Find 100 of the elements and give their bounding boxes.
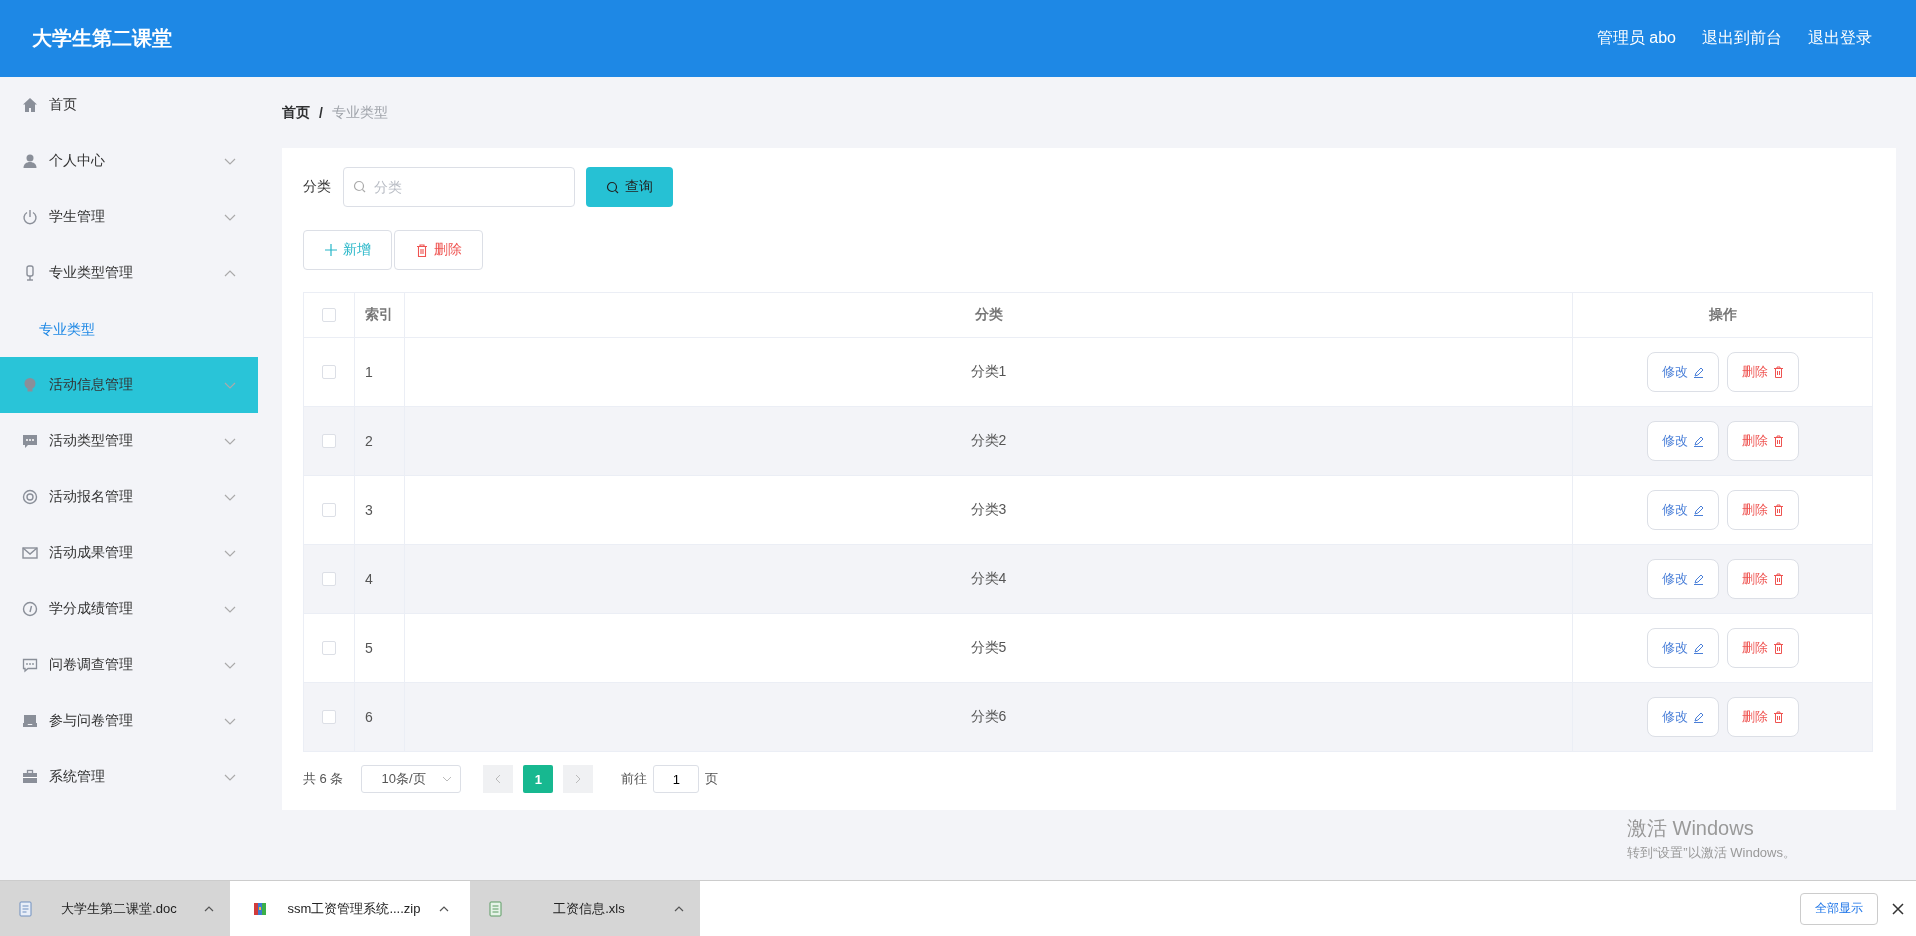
user-icon	[22, 153, 38, 169]
search-field[interactable]: 分类	[343, 167, 575, 207]
sidebar-item[interactable]: 参与问卷管理	[0, 693, 258, 749]
sidebar-item[interactable]: 专业类型管理	[0, 245, 258, 301]
page-button[interactable]: 1	[523, 765, 554, 793]
column-header: 索引	[354, 293, 404, 337]
chevron-right-icon	[575, 774, 582, 784]
checkbox[interactable]	[322, 434, 336, 448]
table-cell: 分类2	[404, 407, 1572, 475]
edit-button[interactable]: 修改	[1646, 421, 1719, 461]
archive-icon	[253, 900, 269, 917]
chat-icon	[22, 657, 38, 673]
sidebar-item[interactable]: 首页	[0, 77, 258, 133]
delete-button[interactable]: 删除	[1726, 490, 1799, 530]
pencil-icon	[1692, 642, 1704, 654]
table-cell: 4	[354, 545, 404, 613]
home-icon	[22, 97, 38, 113]
plus-icon	[324, 244, 337, 256]
checkbox[interactable]	[322, 641, 336, 655]
trash-icon	[1772, 504, 1784, 516]
table-cell: 分类6	[404, 683, 1572, 751]
tray-icon	[22, 713, 38, 729]
mail-icon	[22, 545, 38, 561]
download-item[interactable]: 工资信息.xls	[470, 881, 700, 936]
checkbox[interactable]	[322, 572, 336, 586]
bulb-icon	[22, 377, 38, 393]
trash-icon	[415, 243, 428, 257]
search-icon	[353, 180, 366, 193]
search-icon	[606, 180, 619, 194]
activation-text: 转到“设置”以激活 Windows。	[1627, 844, 1796, 862]
header-link[interactable]: 退出登录	[1808, 28, 1872, 49]
chevron-left-icon	[495, 774, 502, 784]
add-button[interactable]: 新增	[303, 230, 392, 270]
sidebar-item[interactable]: 活动信息管理	[0, 357, 258, 413]
sidebar-item[interactable]: 个人中心	[0, 133, 258, 189]
close-icon[interactable]	[1892, 902, 1904, 915]
briefcase-icon	[22, 769, 38, 785]
search-button[interactable]: 查询	[586, 167, 673, 207]
field-label: 分类	[303, 178, 331, 196]
gauge-icon	[22, 601, 38, 617]
trash-icon	[1772, 435, 1784, 447]
table-cell: 2	[354, 407, 404, 475]
chat-icon	[22, 433, 38, 449]
sidebar-item[interactable]: 学分成绩管理	[0, 581, 258, 637]
jump-label: 前往	[621, 770, 648, 788]
activation-title: 激活 Windows	[1627, 816, 1755, 841]
delete-button[interactable]: 删除	[1726, 559, 1799, 599]
trash-icon	[1772, 366, 1784, 378]
page-size-select[interactable]: 10条/页	[361, 765, 462, 793]
edit-button[interactable]: 修改	[1646, 352, 1719, 392]
show-all-button[interactable]: 全部显示	[1800, 892, 1878, 925]
edit-button[interactable]: 修改	[1646, 628, 1719, 668]
delete-button[interactable]: 删除	[1726, 352, 1799, 392]
sidebar-item[interactable]: 学生管理	[0, 189, 258, 245]
checkbox[interactable]	[322, 503, 336, 517]
pencil-icon	[1692, 366, 1704, 378]
checkbox[interactable]	[322, 710, 336, 724]
trash-icon	[1772, 573, 1784, 585]
sidebar-item[interactable]: 活动类型管理	[0, 413, 258, 469]
delete-button[interactable]: 删除	[1726, 421, 1799, 461]
jump-suffix: 页	[705, 770, 719, 788]
lifebuoy-icon	[22, 489, 38, 505]
checkbox[interactable]	[322, 365, 336, 379]
edit-button[interactable]: 修改	[1646, 697, 1719, 737]
checkbox[interactable]	[322, 308, 336, 322]
document-icon	[18, 900, 34, 917]
download-item[interactable]: 大学生第二课堂.doc	[0, 881, 230, 936]
column-header: 分类	[404, 293, 1572, 337]
header-link[interactable]: 退出到前台	[1702, 28, 1782, 49]
trash-icon	[1772, 642, 1784, 654]
breadcrumb-link[interactable]: 首页	[282, 103, 310, 122]
delete-button[interactable]: 删除	[1726, 628, 1799, 668]
caret-up-icon	[674, 905, 684, 912]
edit-button[interactable]: 修改	[1646, 559, 1719, 599]
sidebar-subitem[interactable]: 专业类型	[0, 301, 258, 357]
sidebar-item[interactable]: 系统管理	[0, 749, 258, 805]
table-cell: 分类4	[404, 545, 1572, 613]
chevron-icon	[442, 776, 453, 782]
caret-up-icon	[204, 905, 214, 912]
total-count: 共 6 条	[303, 770, 344, 788]
document-icon	[488, 900, 504, 917]
user-label: 管理员 abo	[1596, 28, 1676, 48]
sidebar-item[interactable]: 活动成果管理	[0, 525, 258, 581]
sidebar-item[interactable]: 活动报名管理	[0, 469, 258, 525]
pencil-icon	[1692, 435, 1704, 447]
edit-button[interactable]: 修改	[1646, 490, 1719, 530]
breadcrumb-separator: /	[319, 104, 323, 121]
pencil-icon	[1692, 573, 1704, 585]
delete-button[interactable]: 删除	[394, 230, 483, 270]
prev-page-button[interactable]	[483, 765, 514, 793]
table-cell: 6	[354, 683, 404, 751]
delete-button[interactable]: 删除	[1726, 697, 1799, 737]
next-page-button[interactable]	[563, 765, 594, 793]
pencil-icon	[1692, 504, 1704, 516]
caret-up-icon	[439, 905, 449, 912]
page-input[interactable]: 1	[653, 765, 700, 793]
pencil-icon	[1692, 711, 1704, 723]
sidebar-item[interactable]: 问卷调查管理	[0, 637, 258, 693]
column-header: 操作	[1572, 293, 1872, 337]
app-title: 大学生第二课堂	[32, 26, 173, 51]
